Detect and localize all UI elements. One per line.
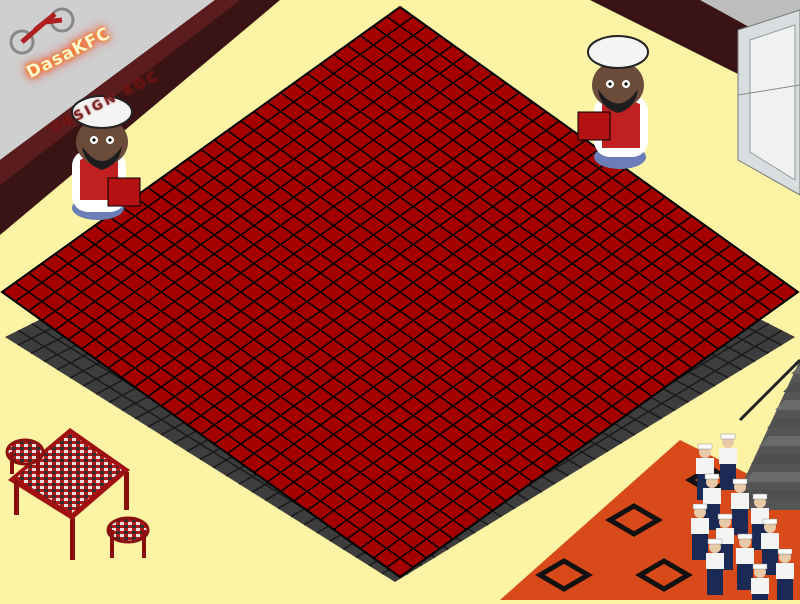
game-room: DasaKFC DESIGN KOC	[0, 0, 800, 604]
stool-front[interactable]	[106, 516, 150, 558]
glass-display-case[interactable]	[737, 9, 800, 196]
